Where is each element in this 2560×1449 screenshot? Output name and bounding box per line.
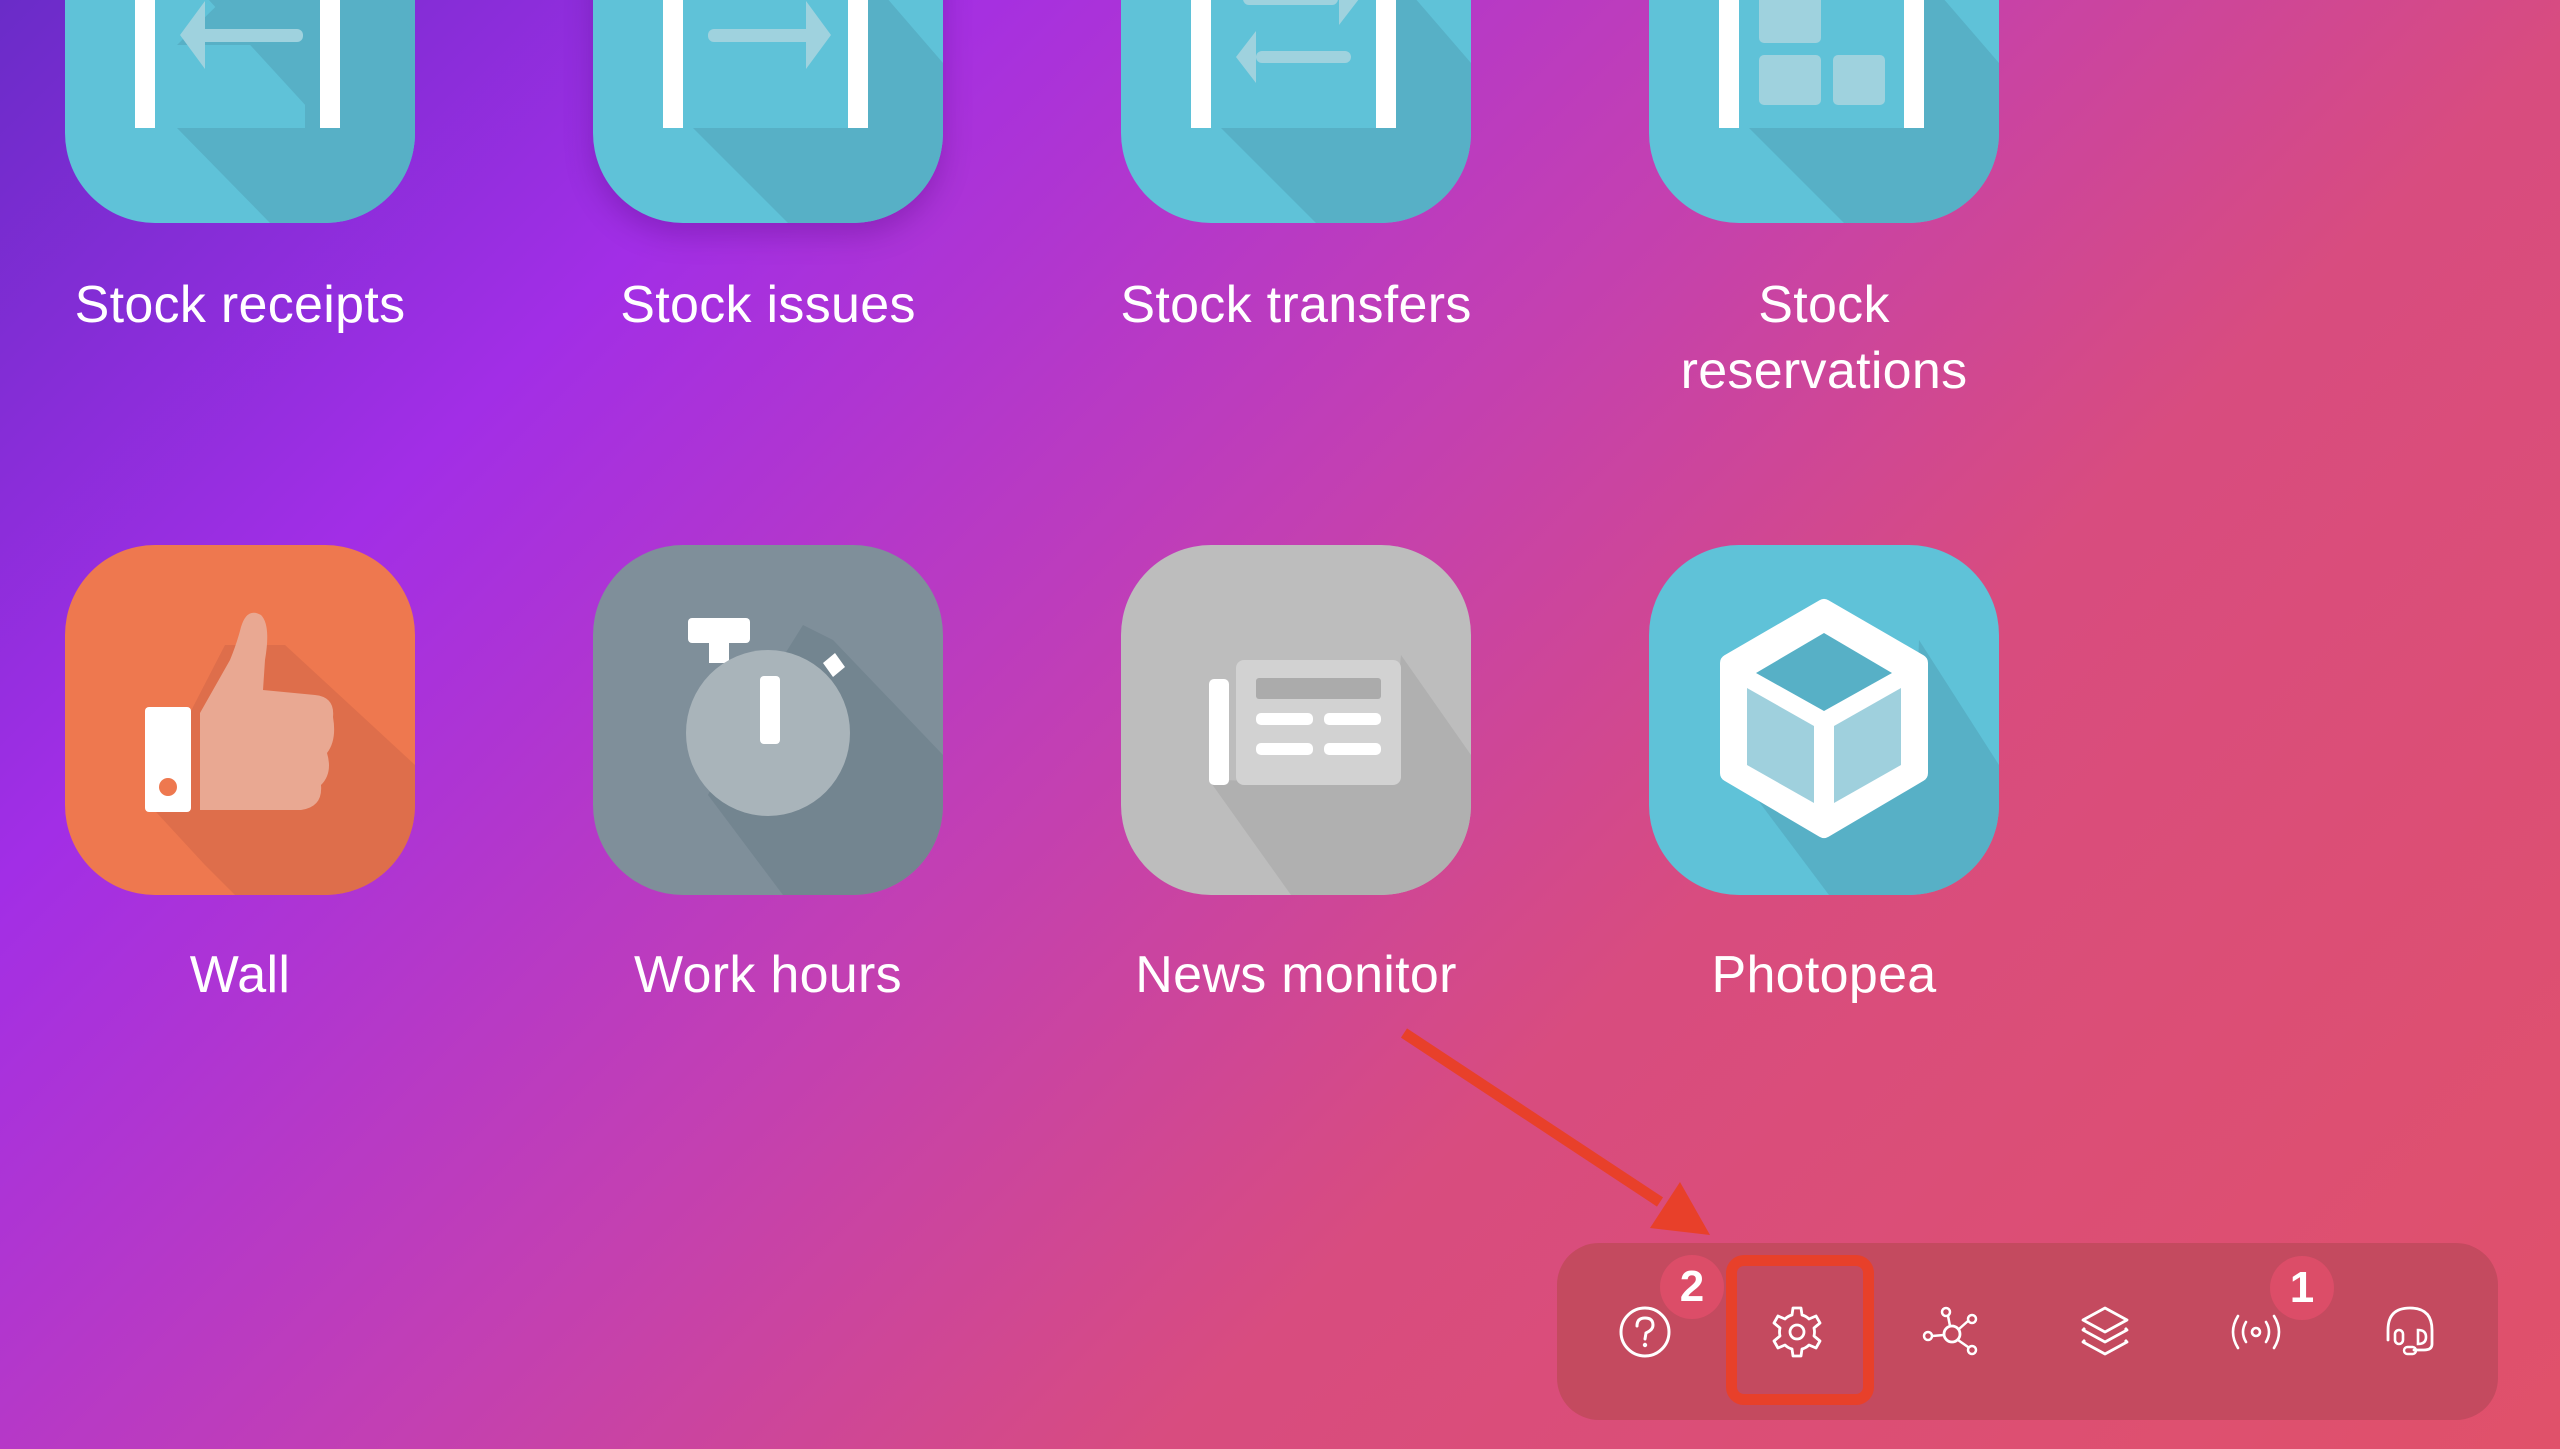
app-label: Photopea — [1711, 946, 1937, 1004]
app-tile-wall[interactable] — [65, 545, 415, 895]
layers-icon — [2081, 1306, 2129, 1355]
integrations-button[interactable] — [1877, 1243, 2027, 1420]
app-tile-work-hours[interactable] — [593, 545, 943, 895]
step-badge-2: 2 — [1660, 1255, 1724, 1319]
app-label: Stock reservations — [1564, 272, 2084, 404]
app-label: Stock issues — [620, 276, 916, 334]
app-tile-stock-transfers[interactable] — [1121, 0, 1471, 223]
newspaper-icon — [1209, 655, 1471, 895]
settings-button[interactable] — [1722, 1243, 1872, 1420]
app-label: Work hours — [634, 946, 902, 1004]
app-tile-stock-reservations[interactable] — [1649, 0, 1999, 223]
app-label: News monitor — [1135, 946, 1457, 1004]
warehouse-reservation-icon — [1719, 0, 1999, 223]
app-tile-photopea[interactable] — [1649, 545, 1999, 895]
app-label-line: Stock — [1758, 276, 1890, 334]
warehouse-receipt-icon — [135, 0, 415, 223]
app-label-line: reservations — [1680, 342, 1968, 400]
cube-icon — [1720, 599, 1999, 895]
broadcast-icon — [2231, 1314, 2281, 1349]
warehouse-issue-icon — [663, 0, 943, 223]
app-label: Wall — [189, 946, 291, 1004]
step-badge-1: 1 — [2270, 1256, 2334, 1320]
layers-button[interactable] — [2030, 1243, 2180, 1420]
network-nodes-icon — [1922, 1306, 1978, 1355]
app-tile-stock-receipts[interactable] — [65, 0, 415, 223]
app-tile-news-monitor[interactable] — [1121, 545, 1471, 895]
thumbs-up-icon — [145, 612, 415, 895]
app-label: Stock transfers — [1120, 276, 1472, 334]
warehouse-transfer-icon — [1191, 0, 1471, 223]
stopwatch-icon — [686, 618, 943, 895]
app-tile-stock-issues[interactable] — [593, 0, 943, 223]
question-circle-icon — [1619, 1306, 1671, 1357]
support-button[interactable] — [2335, 1243, 2485, 1420]
gear-icon — [1772, 1306, 1822, 1357]
headset-icon — [2386, 1306, 2434, 1355]
app-label: Stock receipts — [74, 276, 406, 334]
